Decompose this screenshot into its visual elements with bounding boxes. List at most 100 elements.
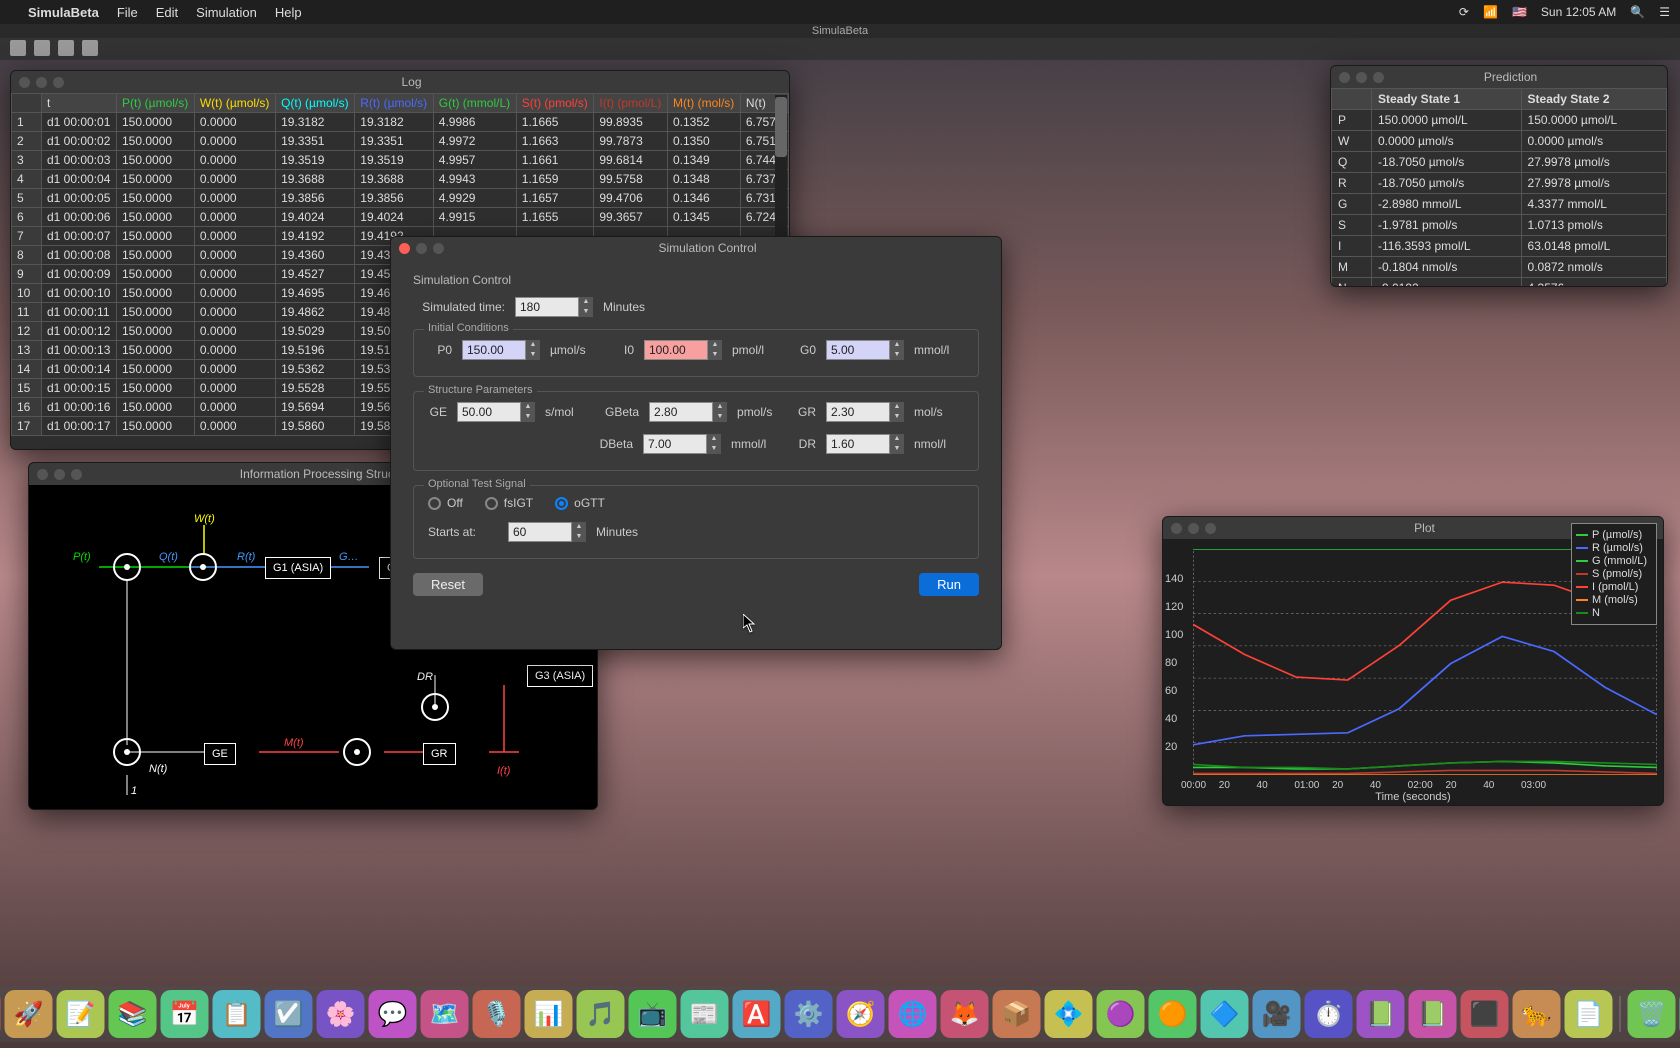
starts-at-label: Starts at:: [428, 525, 498, 539]
dock-excel2[interactable]: 📗: [1409, 990, 1457, 1038]
p0-input[interactable]: [462, 340, 526, 360]
simulation-control-window[interactable]: Simulation Control Simulation Control Si…: [390, 236, 1002, 650]
log-header[interactable]: P(t) (µmol/s): [117, 94, 195, 113]
sync-icon[interactable]: ⟳: [1459, 5, 1469, 19]
toolbar-run-icon[interactable]: [82, 40, 98, 56]
dock-dropbox[interactable]: 📦: [993, 990, 1041, 1038]
menu-edit[interactable]: Edit: [156, 5, 178, 20]
node-sum5: [343, 738, 371, 766]
log-header[interactable]: M(t) (mol/s): [667, 94, 740, 113]
menu-help[interactable]: Help: [275, 5, 302, 20]
dock-textedit[interactable]: 📄: [1565, 990, 1613, 1038]
dock[interactable]: 🔵🚀📝📚📅📋☑️🌸💬🗺️🎙️📊🎵📺📰🅰️⚙️🧭🌐🦊📦💠🟣🟠🔷🎥⏱️📗📗⬛🐆📄🗑️…: [0, 986, 1680, 1042]
table-row: W0.0000 µmol/s0.0000 µmol/s: [1332, 131, 1667, 152]
clock[interactable]: Sun 12:05 AM: [1541, 5, 1616, 19]
dock-music[interactable]: 🎵: [577, 990, 625, 1038]
table-row[interactable]: 3d1 00:00:03150.00000.000019.351919.3519…: [12, 151, 789, 170]
dock-launchpad[interactable]: 🚀: [5, 990, 53, 1038]
dock-messages[interactable]: 💬: [369, 990, 417, 1038]
dock-maps[interactable]: 🗺️: [421, 990, 469, 1038]
dock-zoom[interactable]: 🎥: [1253, 990, 1301, 1038]
stepper[interactable]: ▲▼: [579, 297, 593, 317]
dock-numbers[interactable]: 📊: [525, 990, 573, 1038]
menu-file[interactable]: File: [117, 5, 138, 20]
log-header[interactable]: S(t) (pmol/s): [516, 94, 594, 113]
toolbar-new-icon[interactable]: [10, 40, 26, 56]
log-titlebar[interactable]: Log: [11, 71, 789, 93]
dock-firefox[interactable]: 🦊: [941, 990, 989, 1038]
log-header[interactable]: [12, 94, 42, 113]
dock-trash[interactable]: 🗑️: [1628, 990, 1676, 1038]
dock-vscode[interactable]: 💠: [1045, 990, 1093, 1038]
ge-input[interactable]: [457, 402, 521, 422]
dock-notes[interactable]: 📝: [57, 990, 105, 1038]
log-header[interactable]: W(t) (µmol/s): [194, 94, 275, 113]
flag-icon[interactable]: 🇺🇸: [1512, 5, 1527, 19]
dock-calendar[interactable]: 📅: [161, 990, 209, 1038]
g0-input[interactable]: [826, 340, 890, 360]
dbeta-input[interactable]: [643, 434, 707, 454]
simulated-time-input[interactable]: [515, 297, 579, 317]
dock-news[interactable]: 📰: [681, 990, 729, 1038]
log-header[interactable]: I(t) (pmol/L): [594, 94, 668, 113]
toolbar-save-icon[interactable]: [58, 40, 74, 56]
menu-simulation[interactable]: Simulation: [196, 5, 257, 20]
dock-terminal[interactable]: ⬛: [1461, 990, 1509, 1038]
dock-safari[interactable]: 🧭: [837, 990, 885, 1038]
plot-xlabel: Time (seconds): [1163, 791, 1663, 803]
simctrl-titlebar[interactable]: Simulation Control: [391, 237, 1001, 259]
wifi-icon[interactable]: 📶: [1483, 5, 1498, 19]
radio-fsigt[interactable]: [485, 497, 498, 510]
log-header[interactable]: t: [42, 94, 117, 113]
prediction-titlebar[interactable]: Prediction: [1331, 66, 1667, 88]
dock-skype[interactable]: 🔷: [1201, 990, 1249, 1038]
i0-input[interactable]: [644, 340, 708, 360]
dock-clock[interactable]: ⏱️: [1305, 990, 1353, 1038]
table-row[interactable]: 6d1 00:00:06150.00000.000019.402419.4024…: [12, 208, 789, 227]
search-icon[interactable]: 🔍: [1630, 5, 1645, 19]
gbeta-input[interactable]: [649, 402, 713, 422]
reset-button[interactable]: Reset: [413, 573, 483, 596]
prediction-table: Steady State 1Steady State 2 P150.0000 µ…: [1331, 88, 1667, 287]
log-header[interactable]: R(t) (µmol/s): [355, 94, 434, 113]
dock-reminders[interactable]: ☑️: [265, 990, 313, 1038]
radio-ogtt[interactable]: [555, 497, 568, 510]
run-button[interactable]: Run: [919, 573, 979, 596]
control-center-icon[interactable]: ☰: [1659, 5, 1670, 19]
dock-stickies[interactable]: 📋: [213, 990, 261, 1038]
dock-postman[interactable]: 🟠: [1149, 990, 1197, 1038]
dock-podcasts[interactable]: 🎙️: [473, 990, 521, 1038]
dock-settings[interactable]: ⚙️: [785, 990, 833, 1038]
toolbar-open-icon[interactable]: [34, 40, 50, 56]
radio-off[interactable]: [428, 497, 441, 510]
table-row[interactable]: 2d1 00:00:02150.00000.000019.335119.3351…: [12, 132, 789, 151]
node-sum4: [113, 738, 141, 766]
dock-tv[interactable]: 📺: [629, 990, 677, 1038]
menubar[interactable]: SimulaBeta File Edit Simulation Help ⟳ 📶…: [0, 0, 1680, 24]
initial-conditions-label: Initial Conditions: [424, 322, 513, 334]
table-row[interactable]: 1d1 00:00:01150.00000.000019.318219.3182…: [12, 113, 789, 132]
app-name[interactable]: SimulaBeta: [28, 5, 99, 20]
optional-signal-label: Optional Test Signal: [424, 478, 530, 490]
dock-lazarus[interactable]: 🐆: [1513, 990, 1561, 1038]
gr-input[interactable]: [826, 402, 890, 422]
prediction-window[interactable]: Prediction Steady State 1Steady State 2 …: [1330, 65, 1668, 287]
plot-window[interactable]: Plot 20406080100120140 00:00204001:00204…: [1162, 516, 1664, 806]
starts-at-input[interactable]: [508, 522, 572, 542]
dock-vs[interactable]: 🟣: [1097, 990, 1145, 1038]
table-row[interactable]: 5d1 00:00:05150.00000.000019.385619.3856…: [12, 189, 789, 208]
dock-chrome[interactable]: 🌐: [889, 990, 937, 1038]
table-row: R-18.7050 µmol/s27.9978 µmol/s: [1332, 173, 1667, 194]
dock-finder[interactable]: 🔵: [0, 990, 1, 1038]
close-icon[interactable]: [399, 243, 410, 254]
dock-books[interactable]: 📚: [109, 990, 157, 1038]
log-header[interactable]: Q(t) (µmol/s): [276, 94, 355, 113]
log-title: Log: [72, 75, 751, 89]
dock-excel[interactable]: 📗: [1357, 990, 1405, 1038]
dock-photos[interactable]: 🌸: [317, 990, 365, 1038]
table-row[interactable]: 4d1 00:00:04150.00000.000019.368819.3688…: [12, 170, 789, 189]
log-header[interactable]: G(t) (mmol/L): [433, 94, 516, 113]
dr-input[interactable]: [826, 434, 890, 454]
simulated-time-label: Simulated time:: [413, 300, 505, 314]
dock-appstore[interactable]: 🅰️: [733, 990, 781, 1038]
